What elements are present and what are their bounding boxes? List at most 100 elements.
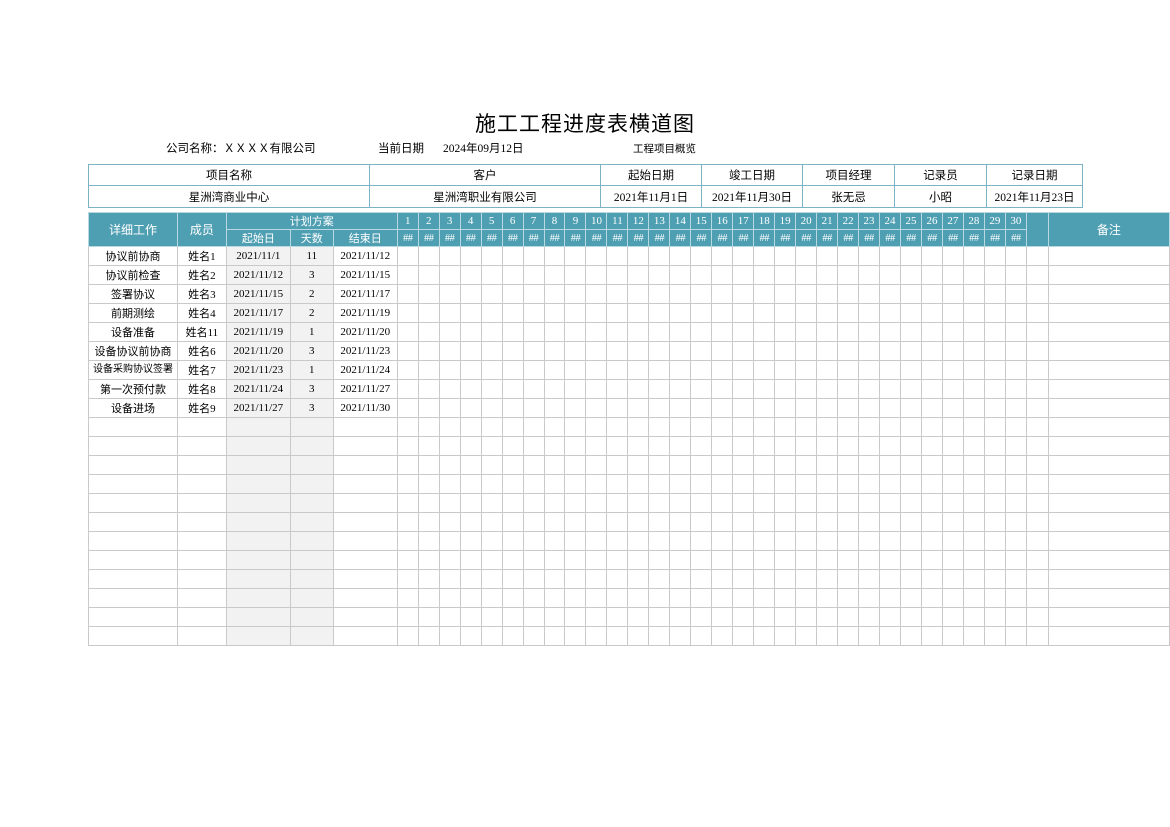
cell-member[interactable]: 姓名2 xyxy=(176,265,227,285)
cell-end-date[interactable]: 2021/11/27 xyxy=(332,379,398,399)
gantt-grid-cell xyxy=(396,265,419,285)
gantt-grid-cell xyxy=(480,455,503,475)
cell-end-date[interactable]: 2021/11/20 xyxy=(332,322,398,342)
cell-task[interactable]: 第一次预付款 xyxy=(88,379,178,399)
cell-task[interactable]: 前期测绘 xyxy=(88,303,178,323)
cell-end-date[interactable]: 2021/11/12 xyxy=(332,246,398,266)
info-header-manager: 项目经理 xyxy=(802,164,895,186)
gantt-grid-cell xyxy=(774,398,797,418)
cell-start-date[interactable]: 2021/11/15 xyxy=(225,284,291,304)
cell-remark[interactable] xyxy=(1047,265,1170,285)
info-value-record-date[interactable]: 2021年11月23日 xyxy=(986,185,1083,208)
gantt-bar-segment xyxy=(501,246,524,266)
cell-task[interactable]: 签署协议 xyxy=(88,284,178,304)
info-value-recorder[interactable]: 小昭 xyxy=(894,185,987,208)
cell-end-date[interactable]: 2021/11/15 xyxy=(332,265,398,285)
gantt-bar-segment xyxy=(396,246,419,266)
gantt-grid-cell xyxy=(648,417,671,437)
cell-start-date[interactable]: 2021/11/20 xyxy=(225,341,291,361)
gantt-header-row-2: 起始日 天数 结束日 ## ## ## ## ## ## ## ## ## ## ## ## ## ## #… xyxy=(89,229,1170,247)
cell-days[interactable]: 2 xyxy=(289,303,334,323)
gantt-grid-cell xyxy=(816,284,839,304)
gantt-table-body: 协议前协商 姓名1 2021/11/1 11 2021/11/12 协议前检查 姓名2 202… xyxy=(88,246,1170,646)
cell-remark[interactable] xyxy=(1047,284,1170,304)
gantt-grid-cell xyxy=(753,417,776,437)
gantt-grid-cell xyxy=(983,341,1006,361)
gantt-grid-cell xyxy=(522,417,545,437)
cell-days[interactable]: 3 xyxy=(289,341,334,361)
gantt-grid-cell xyxy=(899,455,922,475)
cell-member[interactable]: 姓名11 xyxy=(176,322,227,342)
cell-end-date[interactable]: 2021/11/30 xyxy=(332,398,398,418)
gantt-grid-cell xyxy=(962,588,985,608)
gantt-grid-cell xyxy=(522,341,545,361)
cell-end-date[interactable]: 2021/11/23 xyxy=(332,341,398,361)
cell-remark[interactable] xyxy=(1047,360,1170,380)
cell-days[interactable]: 3 xyxy=(289,398,334,418)
cell-remark[interactable] xyxy=(1047,322,1170,342)
cell-days[interactable]: 11 xyxy=(289,246,334,266)
cell-end-date[interactable]: 2021/11/17 xyxy=(332,284,398,304)
current-date-value: 2024年09月12日 xyxy=(443,143,524,155)
cell-start-date[interactable]: 2021/11/17 xyxy=(225,303,291,323)
gantt-grid-cell xyxy=(837,455,860,475)
cell-task[interactable]: 协议前协商 xyxy=(88,246,178,266)
gantt-grid-cell xyxy=(417,398,440,418)
cell-member[interactable]: 姓名1 xyxy=(176,246,227,266)
cell-member[interactable]: 姓名9 xyxy=(176,398,227,418)
gantt-grid-cell xyxy=(753,341,776,361)
gantt-grid-cell xyxy=(690,569,713,589)
gantt-grid-cell xyxy=(669,379,692,399)
info-value-manager[interactable]: 张无忌 xyxy=(802,185,895,208)
cell-days[interactable]: 1 xyxy=(289,360,334,380)
cell-task[interactable]: 设备准备 xyxy=(88,322,178,342)
cell-start-date[interactable]: 2021/11/24 xyxy=(225,379,291,399)
cell-task[interactable]: 设备协议前协商 xyxy=(88,341,178,361)
gantt-grid-cell xyxy=(501,322,524,342)
cell-task[interactable]: 设备进场 xyxy=(88,398,178,418)
cell-remark[interactable] xyxy=(1047,379,1170,399)
gantt-table: 详细工作 成员 计划方案 1 2 3 4 5 6 7 8 9 10 11 12 13 14 15 16 17 18… xyxy=(88,212,1170,646)
day-date-cell-28: ## xyxy=(962,229,985,247)
cell-remark xyxy=(1047,569,1170,589)
cell-remark[interactable] xyxy=(1047,303,1170,323)
day-date-cell-26: ## xyxy=(920,229,943,247)
gantt-grid-cell xyxy=(501,588,524,608)
gantt-grid-cell xyxy=(941,550,964,570)
cell-task[interactable]: 协议前检查 xyxy=(88,265,178,285)
cell-remark[interactable] xyxy=(1047,398,1170,418)
gantt-grid-cell xyxy=(941,360,964,380)
cell-start-date[interactable]: 2021/11/23 xyxy=(225,360,291,380)
info-value-client[interactable]: 星洲湾职业有限公司 xyxy=(369,185,601,208)
gantt-grid-cell xyxy=(920,474,943,494)
cell-start-date[interactable]: 2021/11/12 xyxy=(225,265,291,285)
cell-member[interactable]: 姓名7 xyxy=(176,360,227,380)
cell-start-date[interactable]: 2021/11/27 xyxy=(225,398,291,418)
gantt-grid-cell xyxy=(1004,417,1027,437)
info-value-start-date[interactable]: 2021年11月1日 xyxy=(600,185,702,208)
cell-end-date[interactable]: 2021/11/19 xyxy=(332,303,398,323)
cell-end-date[interactable]: 2021/11/24 xyxy=(332,360,398,380)
cell-member[interactable]: 姓名8 xyxy=(176,379,227,399)
gantt-grid-cell xyxy=(962,360,985,380)
gantt-grid-cell xyxy=(543,493,566,513)
gantt-grid-cell xyxy=(774,569,797,589)
gantt-grid-cell xyxy=(522,455,545,475)
cell-start-date[interactable]: 2021/11/19 xyxy=(225,322,291,342)
project-overview-label: 工程项目概览 xyxy=(633,144,696,155)
cell-task[interactable]: 设备采购协议签署 xyxy=(88,360,178,380)
info-value-end-date[interactable]: 2021年11月30日 xyxy=(701,185,803,208)
cell-remark[interactable] xyxy=(1047,341,1170,361)
cell-days[interactable]: 3 xyxy=(289,379,334,399)
gantt-grid-cell xyxy=(564,607,587,627)
cell-days[interactable]: 2 xyxy=(289,284,334,304)
cell-days[interactable]: 1 xyxy=(289,322,334,342)
cell-start-date[interactable]: 2021/11/1 xyxy=(225,246,291,266)
info-value-project-name[interactable]: 星洲湾商业中心 xyxy=(88,185,370,208)
cell-member[interactable]: 姓名4 xyxy=(176,303,227,323)
cell-member[interactable]: 姓名6 xyxy=(176,341,227,361)
cell-days[interactable]: 3 xyxy=(289,265,334,285)
gantt-grid-cell xyxy=(858,588,881,608)
cell-member[interactable]: 姓名3 xyxy=(176,284,227,304)
cell-remark[interactable] xyxy=(1047,246,1170,266)
